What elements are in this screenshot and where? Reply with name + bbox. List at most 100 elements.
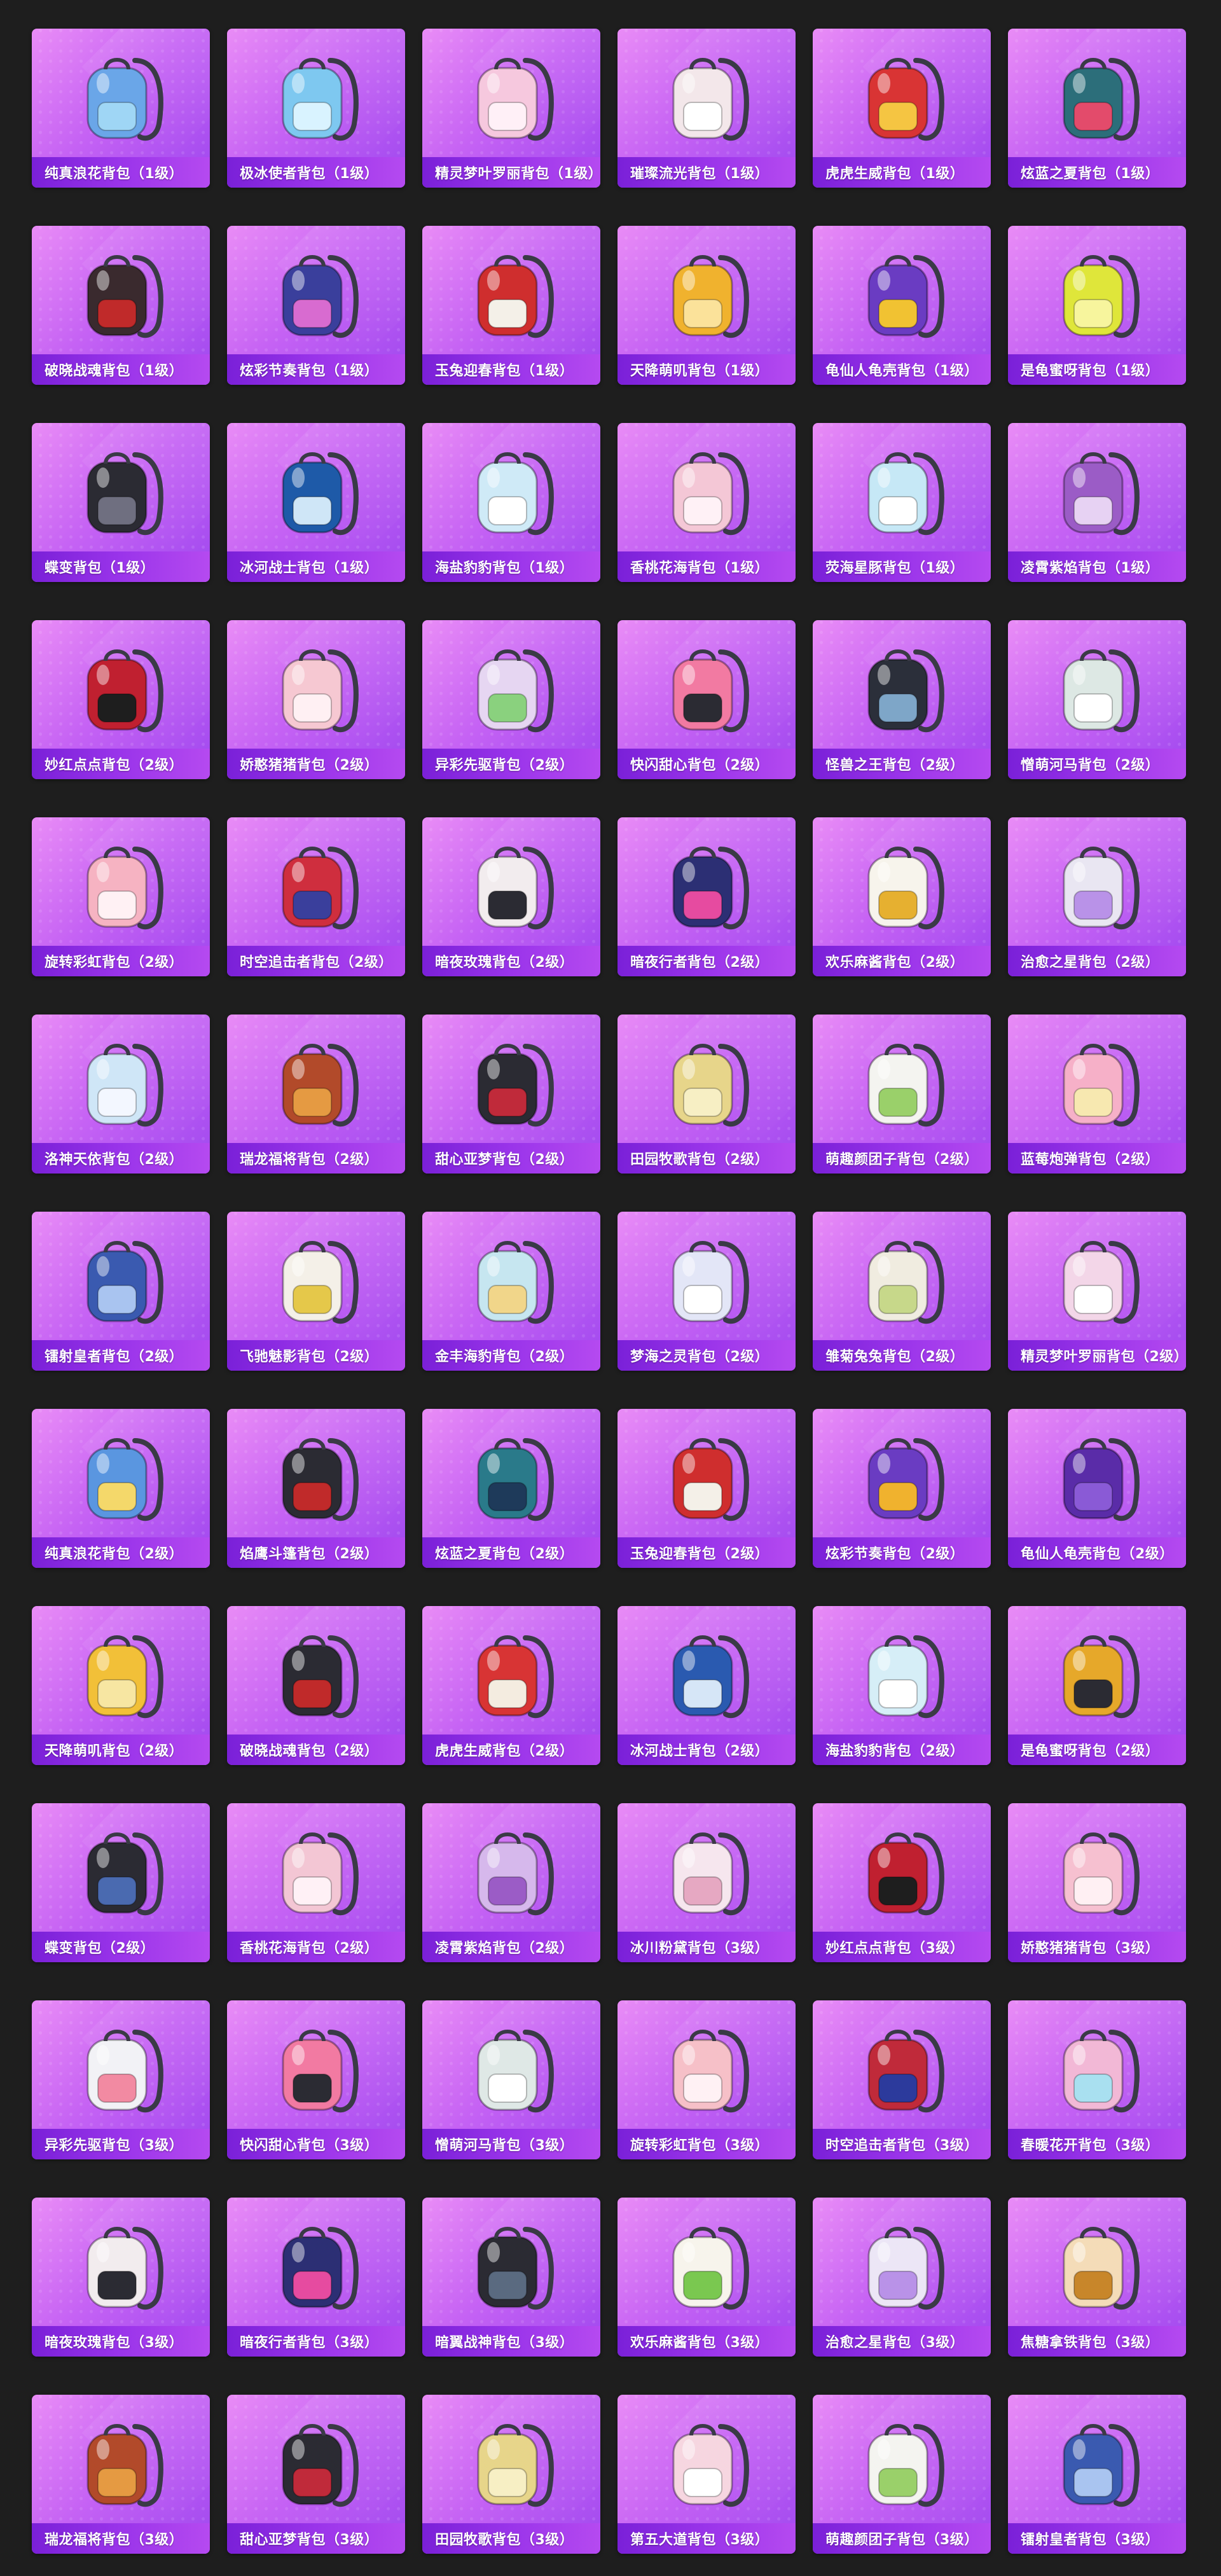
backpack-icon [867,2424,944,2507]
backpack-item-card[interactable]: 炫彩节奏背包（2级） [813,1409,991,1568]
backpack-item-card[interactable]: 镭射皇者背包（3级） [1008,2395,1186,2554]
backpack-item-card[interactable]: 龟仙人龟壳背包（1级） [813,226,991,385]
backpack-item-card[interactable]: 欢乐麻酱背包（3级） [617,2198,796,2357]
backpack-item-card[interactable]: 焦糖拿铁背包（3级） [1008,2198,1186,2357]
backpack-item-card[interactable]: 炫蓝之夏背包（1级） [1008,29,1186,188]
item-caption-bar: 镭射皇者背包（2级） [32,1340,210,1371]
backpack-item-card[interactable]: 香桃花海背包（2级） [227,1803,405,1962]
backpack-icon [86,847,163,930]
backpack-item-card[interactable]: 娇憨猪猪背包（2级） [227,620,405,779]
backpack-item-card[interactable]: 纯真浪花背包（1级） [32,29,210,188]
backpack-item-card[interactable]: 冰河战士背包（1级） [227,423,405,582]
backpack-item-card[interactable]: 瑞龙福将背包（3级） [32,2395,210,2554]
backpack-item-card[interactable]: 破晓战魂背包（1级） [32,226,210,385]
backpack-item-card[interactable]: 暗夜行者背包（2级） [617,817,796,976]
backpack-item-card[interactable]: 甜心亚梦背包（2级） [422,1014,600,1174]
backpack-item-card[interactable]: 怪兽之王背包（2级） [813,620,991,779]
backpack-item-card[interactable]: 玉兔迎春背包（1级） [422,226,600,385]
backpack-item-card[interactable]: 快闪甜心背包（2级） [617,620,796,779]
backpack-item-card[interactable]: 第五大道背包（3级） [617,2395,796,2554]
backpack-item-card[interactable]: 暗夜玫瑰背包（2级） [422,817,600,976]
backpack-item-card[interactable]: 蝶变背包（1级） [32,423,210,582]
backpack-item-card[interactable]: 炫蓝之夏背包（2级） [422,1409,600,1568]
backpack-item-card[interactable]: 瑞龙福将背包（2级） [227,1014,405,1174]
backpack-item-card[interactable]: 镭射皇者背包（2级） [32,1212,210,1371]
backpack-item-card[interactable]: 精灵梦叶罗丽背包（2级） [1008,1212,1186,1371]
backpack-item-card[interactable]: 虎虎生威背包（2级） [422,1606,600,1765]
backpack-icon [86,255,163,338]
backpack-item-card[interactable]: 田园牧歌背包（2级） [617,1014,796,1174]
backpack-item-card[interactable]: 凌霄紫焰背包（2级） [422,1803,600,1962]
backpack-item-card[interactable]: 暗夜玫瑰背包（3级） [32,2198,210,2357]
backpack-item-card[interactable]: 萌趣颜团子背包（3级） [813,2395,991,2554]
item-name-label: 时空追击者背包（2级） [240,955,393,971]
backpack-item-card[interactable]: 憎萌河马背包（2级） [1008,620,1186,779]
backpack-item-card[interactable]: 荧海星豚背包（1级） [813,423,991,582]
backpack-item-card[interactable]: 纯真浪花背包（2级） [32,1409,210,1568]
backpack-item-card[interactable]: 冰河战士背包（2级） [617,1606,796,1765]
backpack-item-card[interactable]: 蝶变背包（2级） [32,1803,210,1962]
backpack-item-card[interactable]: 憎萌河马背包（3级） [422,2000,600,2159]
item-caption-bar: 时空追击者背包（3级） [813,2129,991,2159]
backpack-item-card[interactable]: 时空追击者背包（2级） [227,817,405,976]
backpack-item-card[interactable]: 治愈之星背包（3级） [813,2198,991,2357]
backpack-item-card[interactable]: 治愈之星背包（2级） [1008,817,1186,976]
item-name-label: 妙红点点背包（2级） [45,758,184,773]
item-name-label: 炫彩节奏背包（1级） [240,363,379,379]
backpack-item-card[interactable]: 娇憨猪猪背包（3级） [1008,1803,1186,1962]
backpack-item-card[interactable]: 暗翼战神背包（3级） [422,2198,600,2357]
backpack-item-card[interactable]: 玉兔迎春背包（2级） [617,1409,796,1568]
backpack-item-card[interactable]: 异彩先驱背包（3级） [32,2000,210,2159]
backpack-item-card[interactable]: 冰川粉黛背包（3级） [617,1803,796,1962]
backpack-item-card[interactable]: 凌霄紫焰背包（1级） [1008,423,1186,582]
backpack-item-card[interactable]: 是龟蜜呀背包（1级） [1008,226,1186,385]
backpack-icon [477,1044,554,1127]
backpack-item-card[interactable]: 海盐豹豹背包（1级） [422,423,600,582]
backpack-item-card[interactable]: 海盐豹豹背包（2级） [813,1606,991,1765]
backpack-item-card[interactable]: 时空追击者背包（3级） [813,2000,991,2159]
backpack-item-card[interactable]: 甜心亚梦背包（3级） [227,2395,405,2554]
backpack-item-card[interactable]: 焰鹰斗篷背包（2级） [227,1409,405,1568]
backpack-item-card[interactable]: 蓝莓炮弹背包（2级） [1008,1014,1186,1174]
item-name-label: 甜心亚梦背包（2级） [435,1152,574,1168]
item-caption-bar: 萌趣颜团子背包（3级） [813,2523,991,2554]
backpack-item-card[interactable]: 萌趣颜团子背包（2级） [813,1014,991,1174]
backpack-item-card[interactable]: 梦海之灵背包（2级） [617,1212,796,1371]
backpack-item-card[interactable]: 精灵梦叶罗丽背包（1级） [422,29,600,188]
backpack-item-card[interactable]: 异彩先驱背包（2级） [422,620,600,779]
backpack-item-card[interactable]: 旋转彩虹背包（3级） [617,2000,796,2159]
backpack-item-card[interactable]: 是龟蜜呀背包（2级） [1008,1606,1186,1765]
item-name-label: 第五大道背包（3级） [630,2532,769,2548]
backpack-item-card[interactable]: 破晓战魂背包（2级） [227,1606,405,1765]
backpack-icon [867,1832,944,1916]
backpack-item-card[interactable]: 暗夜行者背包（3级） [227,2198,405,2357]
backpack-item-card[interactable]: 欢乐麻酱背包（2级） [813,817,991,976]
backpack-item-card[interactable]: 香桃花海背包（1级） [617,423,796,582]
backpack-item-card[interactable]: 妙红点点背包（2级） [32,620,210,779]
backpack-item-card[interactable]: 田园牧歌背包（3级） [422,2395,600,2554]
backpack-item-card[interactable]: 金丰海豹背包（2级） [422,1212,600,1371]
backpack-item-card[interactable]: 龟仙人龟壳背包（2级） [1008,1409,1186,1568]
backpack-item-card[interactable]: 妙红点点背包（3级） [813,1803,991,1962]
item-name-label: 冰川粉黛背包（3级） [630,1941,769,1956]
backpack-item-card[interactable]: 炫彩节奏背包（1级） [227,226,405,385]
backpack-item-card[interactable]: 极冰使者背包（1级） [227,29,405,188]
item-caption-bar: 快闪甜心背包（3级） [227,2129,405,2159]
backpack-icon [867,1044,944,1127]
backpack-item-card[interactable]: 春暖花开背包（3级） [1008,2000,1186,2159]
backpack-item-card[interactable]: 天降萌叽背包（1级） [617,226,796,385]
backpack-item-card[interactable]: 璀璨流光背包（1级） [617,29,796,188]
backpack-item-card[interactable]: 旋转彩虹背包（2级） [32,817,210,976]
backpack-item-card[interactable]: 快闪甜心背包（3级） [227,2000,405,2159]
backpack-icon [672,847,749,930]
backpack-item-card[interactable]: 飞驰魅影背包（2级） [227,1212,405,1371]
backpack-item-card[interactable]: 雏菊兔兔背包（2级） [813,1212,991,1371]
backpack-item-card[interactable]: 天降萌叽背包（2级） [32,1606,210,1765]
backpack-item-card[interactable]: 洛神天依背包（2级） [32,1014,210,1174]
item-caption-bar: 虎虎生威背包（1级） [813,157,991,188]
backpack-item-card[interactable]: 虎虎生威背包（1级） [813,29,991,188]
item-name-label: 海盐豹豹背包（1级） [435,560,574,576]
item-name-label: 虎虎生威背包（1级） [825,166,965,182]
item-name-label: 镭射皇者背包（2级） [45,1349,184,1365]
item-name-label: 龟仙人龟壳背包（2级） [1021,1546,1174,1562]
